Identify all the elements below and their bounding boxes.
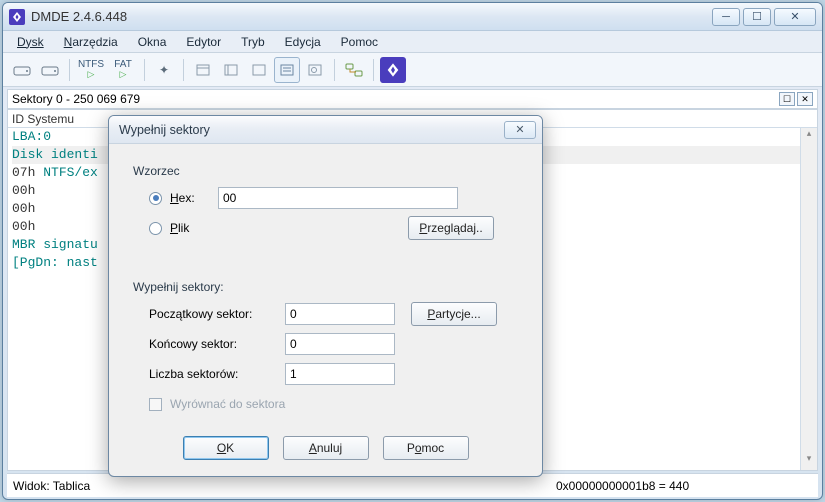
- radio-hex-label: Hex:: [170, 191, 210, 205]
- panel-maximize[interactable]: ☐: [779, 92, 795, 106]
- tool1-button[interactable]: ✦: [151, 57, 177, 83]
- panel-header: Sektory 0 - 250 069 679 ☐ ✕: [7, 89, 818, 109]
- sector-count-input[interactable]: [285, 363, 395, 385]
- partitions-button[interactable]: Partycje...: [411, 302, 497, 326]
- line-disk-ident: Disk identi: [12, 147, 98, 162]
- menu-edycja[interactable]: Edycja: [277, 33, 329, 51]
- status-offset: 0x00000000001b8 = 440: [556, 479, 689, 493]
- hex-input[interactable]: [218, 187, 458, 209]
- fill-group: Wypełnij sektory: Początkowy sektor: Par…: [133, 280, 518, 422]
- titlebar: DMDE 2.4.6.448 ─ ☐ ✕: [3, 3, 822, 31]
- status-view: Widok: Tablica: [13, 479, 90, 493]
- pattern-group: Wzorzec Hex: Plik Przeglądaj..: [133, 164, 518, 246]
- close-button[interactable]: ✕: [774, 8, 816, 26]
- ntfs-button[interactable]: NTFS▷: [76, 57, 106, 83]
- menu-okna[interactable]: Okna: [130, 33, 175, 51]
- end-sector-label: Końcowy sektor:: [149, 337, 277, 351]
- pattern-label: Wzorzec: [133, 164, 518, 178]
- dialog-close-button[interactable]: ✕: [504, 121, 536, 139]
- app-icon: [9, 9, 25, 25]
- dialog-title: Wypełnij sektory: [115, 123, 504, 137]
- tool7-button[interactable]: [341, 57, 367, 83]
- line-00h-1: 00h: [12, 183, 35, 198]
- line-pgdn: [PgDn: nast: [12, 255, 98, 270]
- panel-close[interactable]: ✕: [797, 92, 813, 106]
- line-lba: LBA:0: [12, 129, 51, 144]
- menu-narzedzia[interactable]: Narzędzia: [56, 33, 126, 51]
- tool2-button[interactable]: [190, 57, 216, 83]
- radio-hex[interactable]: [149, 192, 162, 205]
- tool3-button[interactable]: [218, 57, 244, 83]
- cancel-button[interactable]: Anuluj: [283, 436, 369, 460]
- fat-button[interactable]: FAT▷: [108, 57, 138, 83]
- open-disk2-button[interactable]: [37, 57, 63, 83]
- menu-pomoc[interactable]: Pomoc: [333, 33, 386, 51]
- end-sector-input[interactable]: [285, 333, 395, 355]
- radio-file[interactable]: [149, 222, 162, 235]
- tool5-button[interactable]: [274, 57, 300, 83]
- tool6-button[interactable]: [302, 57, 328, 83]
- menu-edytor[interactable]: Edytor: [178, 33, 229, 51]
- ok-button[interactable]: OK: [183, 436, 269, 460]
- col-id-systemu[interactable]: ID Systemu: [12, 112, 74, 126]
- menu-dysk[interactable]: Dysk: [9, 33, 52, 51]
- maximize-button[interactable]: ☐: [743, 8, 771, 26]
- align-checkbox[interactable]: [149, 398, 162, 411]
- fill-sectors-dialog: Wypełnij sektory ✕ Wzorzec Hex: Plik Prz…: [108, 115, 543, 477]
- line-07h: 07h: [12, 165, 43, 180]
- start-sector-input[interactable]: [285, 303, 395, 325]
- vertical-scrollbar[interactable]: [800, 128, 817, 470]
- browse-button[interactable]: Przeglądaj..: [408, 216, 494, 240]
- line-00h-2: 00h: [12, 201, 35, 216]
- logo-button[interactable]: [380, 57, 406, 83]
- minimize-button[interactable]: ─: [712, 8, 740, 26]
- toolbar: NTFS▷ FAT▷ ✦: [3, 53, 822, 87]
- fill-label: Wypełnij sektory:: [133, 280, 518, 294]
- window-title: DMDE 2.4.6.448: [31, 9, 127, 24]
- menubar: Dysk Narzędzia Okna Edytor Tryb Edycja P…: [3, 31, 822, 53]
- help-button[interactable]: Pomoc: [383, 436, 469, 460]
- tool4-button[interactable]: [246, 57, 272, 83]
- menu-tryb[interactable]: Tryb: [233, 33, 273, 51]
- open-disk-button[interactable]: [9, 57, 35, 83]
- dialog-titlebar: Wypełnij sektory ✕: [109, 116, 542, 144]
- sector-count-label: Liczba sektorów:: [149, 367, 277, 381]
- radio-file-label: Plik: [170, 221, 210, 235]
- dialog-buttons: OK Anuluj Pomoc: [109, 436, 542, 476]
- line-mbr: MBR signatu: [12, 237, 98, 252]
- align-label: Wyrównać do sektora: [170, 397, 285, 411]
- panel-title: Sektory 0 - 250 069 679: [12, 92, 777, 106]
- line-00h-3: 00h: [12, 219, 35, 234]
- start-sector-label: Początkowy sektor:: [149, 307, 277, 321]
